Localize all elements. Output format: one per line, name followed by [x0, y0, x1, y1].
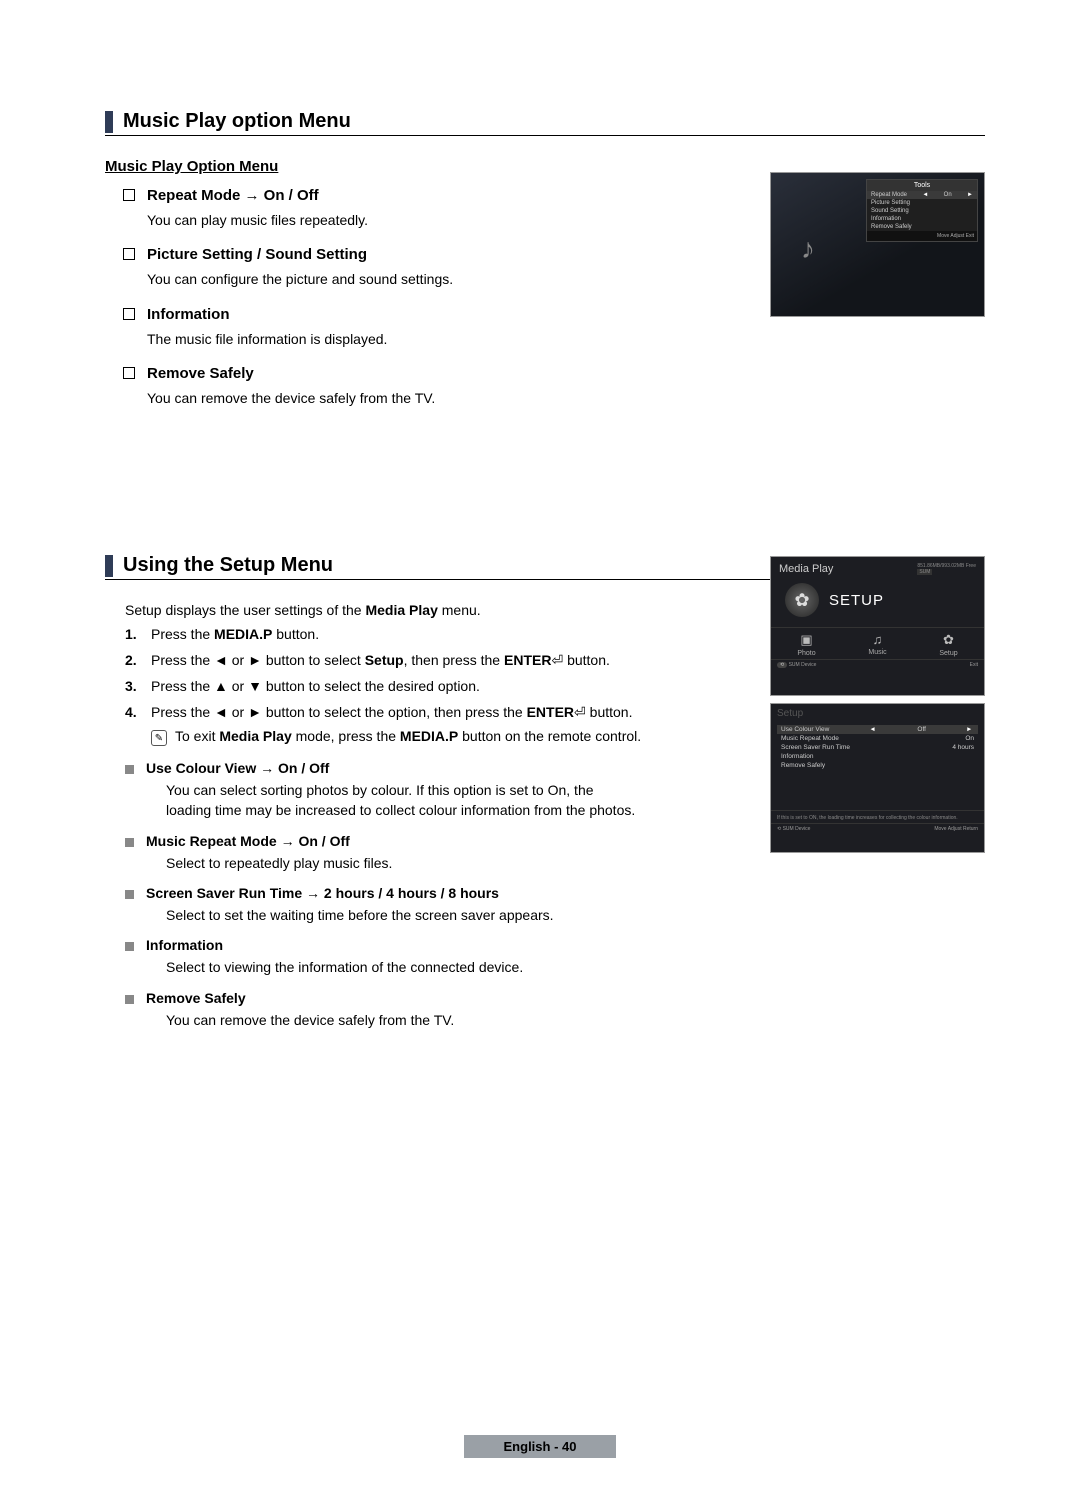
tools-row: Remove Safely	[867, 223, 977, 231]
setup-row: Remove Safely	[777, 761, 978, 770]
section-title-text: Music Play option Menu	[123, 110, 351, 133]
setup-header: Setup	[771, 704, 984, 723]
setup-hint: If this is set to ON, the loading time i…	[771, 810, 984, 823]
tools-footer: Move Adjust Exit	[867, 231, 977, 241]
setup-row: Music Repeat ModeOn	[777, 734, 978, 743]
tab-setup: ✿Setup	[924, 632, 974, 657]
screenshot-media-play: Media Play 851.86MB/993.02MB FreeSUM ✿ S…	[770, 556, 985, 696]
setup-label: SETUP	[829, 592, 884, 609]
checkbox-icon	[123, 189, 135, 201]
option-remove-safely: Remove Safely You can remove the device …	[123, 365, 985, 408]
music-icon: ♫	[853, 632, 903, 647]
tools-row-repeat: Repeat Mode◄On►	[867, 191, 977, 199]
square-bullet-icon	[125, 765, 134, 774]
page-number: English - 40	[464, 1435, 617, 1458]
tools-header: Tools	[867, 180, 977, 191]
page-footer: English - 40	[0, 1435, 1080, 1458]
checkbox-icon	[123, 367, 135, 379]
enter-icon: ⏎	[551, 652, 563, 668]
square-bullet-icon	[125, 995, 134, 1004]
setup-opt-information: Information	[125, 937, 985, 953]
square-bullet-icon	[125, 942, 134, 951]
accent-bar	[105, 111, 113, 133]
enter-icon: ⏎	[574, 704, 586, 720]
option-desc: You can remove the device safely from th…	[147, 388, 985, 408]
tools-row: Sound Setting	[867, 207, 977, 215]
music-note-icon: ♪	[801, 233, 815, 265]
note-icon: ✎	[151, 730, 167, 746]
accent-bar	[105, 555, 113, 577]
setup-row: Screen Saver Run Time4 hours	[777, 743, 978, 752]
checkbox-icon	[123, 248, 135, 260]
tab-music: ♫Music	[853, 632, 903, 657]
photo-icon: ▣	[782, 632, 832, 648]
tab-photo: ▣Photo	[782, 632, 832, 657]
option-desc: The music file information is displayed.	[147, 329, 985, 349]
square-bullet-icon	[125, 838, 134, 847]
screenshot-setup-list: Setup Use Colour View◄Off► Music Repeat …	[770, 703, 985, 853]
media-play-title: Media Play	[779, 563, 833, 575]
section-heading-music-play: Music Play option Menu	[105, 110, 985, 136]
tools-panel: Tools Repeat Mode◄On► Picture Setting So…	[866, 179, 978, 242]
checkbox-icon	[123, 308, 135, 320]
setup-opt-screensaver: Screen Saver Run Time → 2 hours / 4 hour…	[125, 885, 985, 901]
screenshot-tools-menu: ♪ Tools Repeat Mode◄On► Picture Setting …	[770, 172, 985, 317]
tools-row: Information	[867, 215, 977, 223]
setup-row: Use Colour View◄Off►	[777, 725, 978, 734]
tools-row: Picture Setting	[867, 199, 977, 207]
gear-icon: ✿	[785, 583, 819, 617]
setup-icon: ✿	[924, 632, 974, 648]
square-bullet-icon	[125, 890, 134, 899]
section-title-text: Using the Setup Menu	[123, 554, 333, 577]
setup-row: Information	[777, 752, 978, 761]
setup-opt-remove-safely: Remove Safely	[125, 990, 985, 1006]
